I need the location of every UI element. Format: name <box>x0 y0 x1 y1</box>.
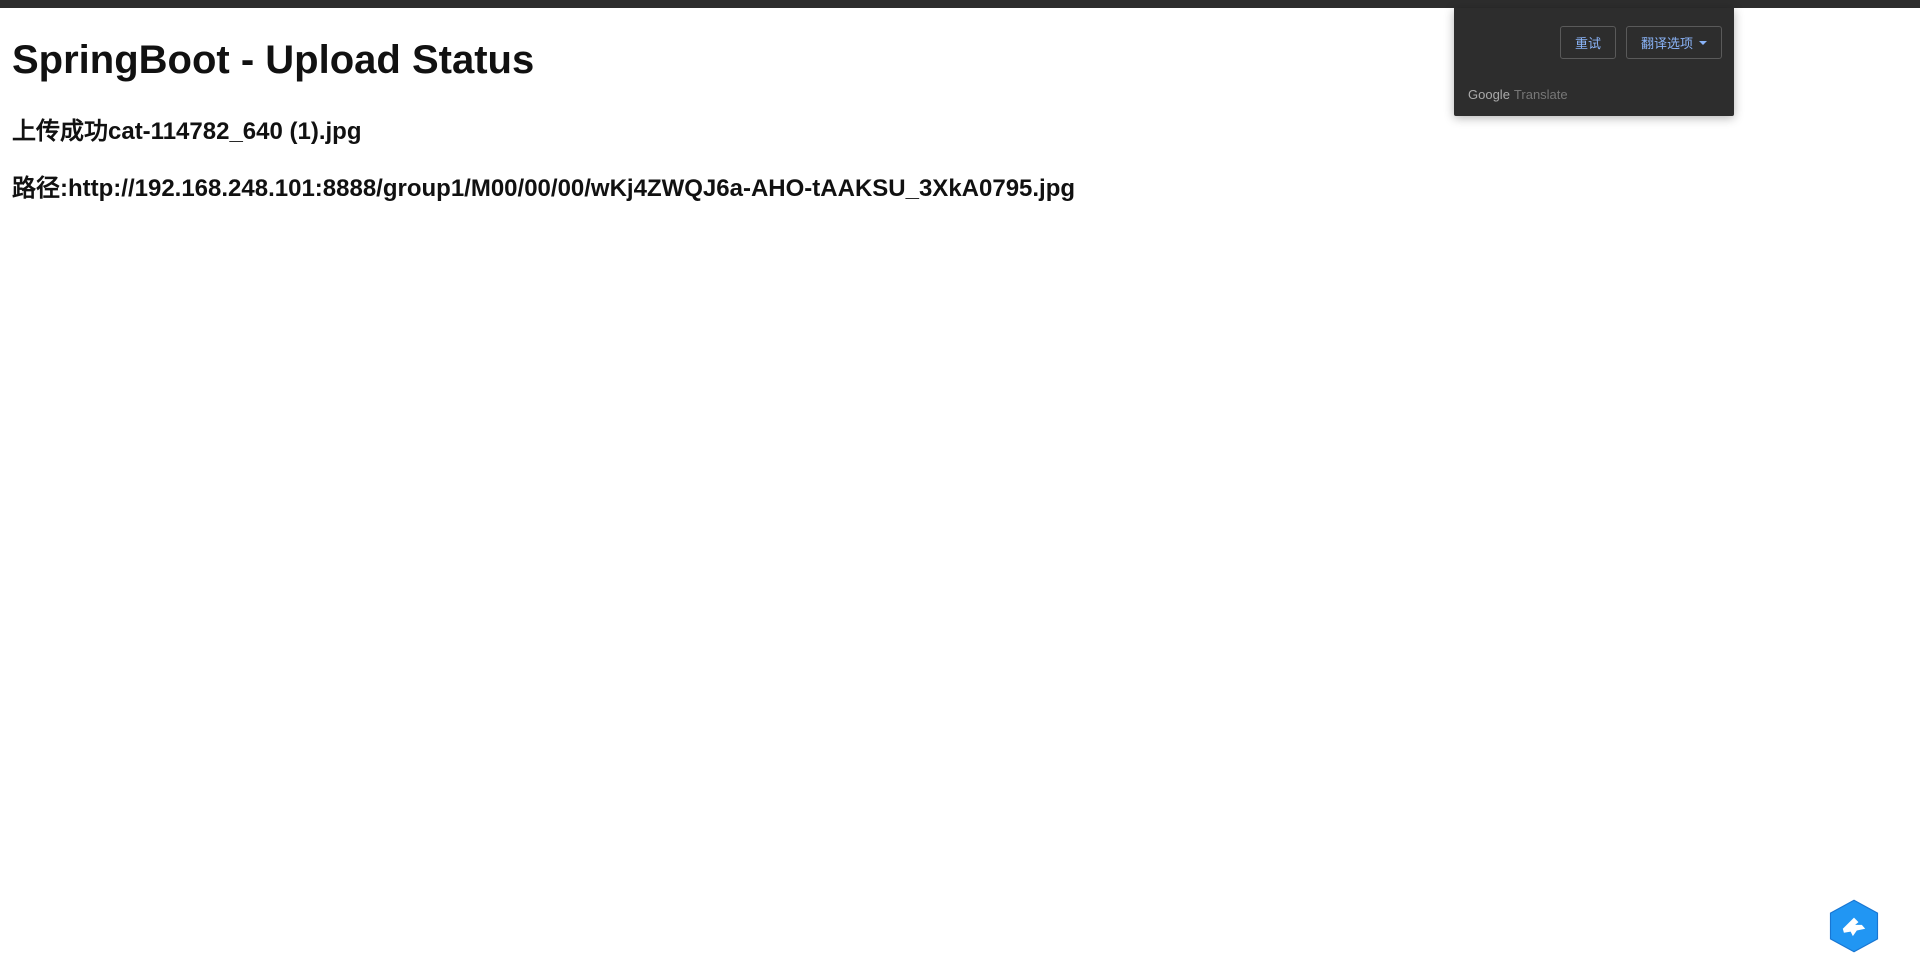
google-logo-text: Google <box>1468 87 1510 102</box>
translate-retry-button[interactable]: 重试 <box>1560 26 1616 59</box>
chevron-down-icon <box>1699 41 1707 45</box>
bird-hexagon-icon <box>1826 898 1882 954</box>
translate-branding: Google Translate <box>1466 87 1722 102</box>
translate-options-button[interactable]: 翻译选项 <box>1626 26 1722 59</box>
translate-options-label: 翻译选项 <box>1641 33 1693 52</box>
google-translate-popup: 重试 翻译选项 Google Translate <box>1454 8 1734 116</box>
upload-path-text: 路径:http://192.168.248.101:8888/group1/M0… <box>12 168 1908 203</box>
browser-chrome-strip <box>0 0 1920 8</box>
translate-button-row: 重试 翻译选项 <box>1466 26 1722 59</box>
floating-assistant-badge[interactable] <box>1826 898 1882 954</box>
translate-label-text: Translate <box>1514 87 1568 102</box>
upload-status-text: 上传成功cat-114782_640 (1).jpg <box>12 111 1908 146</box>
translate-retry-label: 重试 <box>1575 33 1601 52</box>
